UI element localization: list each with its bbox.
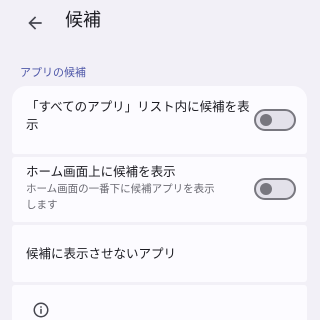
section-header: アプリの候補 (20, 66, 86, 79)
hidden-apps-row[interactable]: 候補に表示させないアプリ (12, 225, 307, 282)
all-apps-suggestions-row[interactable]: 「すべてのアプリ」リスト内に候補を表示 (12, 86, 307, 154)
arrow-back-icon (28, 16, 42, 30)
toggle-thumb (260, 114, 272, 126)
home-screen-suggestions-toggle[interactable] (254, 178, 296, 200)
app-bar: 候補 (0, 0, 320, 44)
home-screen-suggestions-row[interactable]: ホーム画面上に候補を表示 ホーム画面の一番下に候補アプリを表示します (12, 157, 307, 222)
all-apps-suggestions-toggle[interactable] (254, 109, 296, 131)
all-apps-suggestions-title: 「すべてのアプリ」リスト内に候補を表示 (26, 99, 250, 132)
home-screen-suggestions-summary: ホーム画面の一番下に候補アプリを表示します (26, 183, 215, 211)
suggestions-settings-page: 候補 アプリの候補 「すべてのアプリ」リスト内に候補を表示 ホーム画面上に候補を… (0, 0, 320, 320)
home-screen-suggestions-title: ホーム画面上に候補を表示 (26, 164, 176, 179)
toggle-thumb (260, 183, 272, 195)
info-icon (32, 301, 50, 319)
back-button[interactable] (22, 10, 48, 36)
hidden-apps-title: 候補に表示させないアプリ (26, 246, 177, 261)
page-title: 候補 (65, 10, 101, 31)
info-row (12, 285, 307, 320)
